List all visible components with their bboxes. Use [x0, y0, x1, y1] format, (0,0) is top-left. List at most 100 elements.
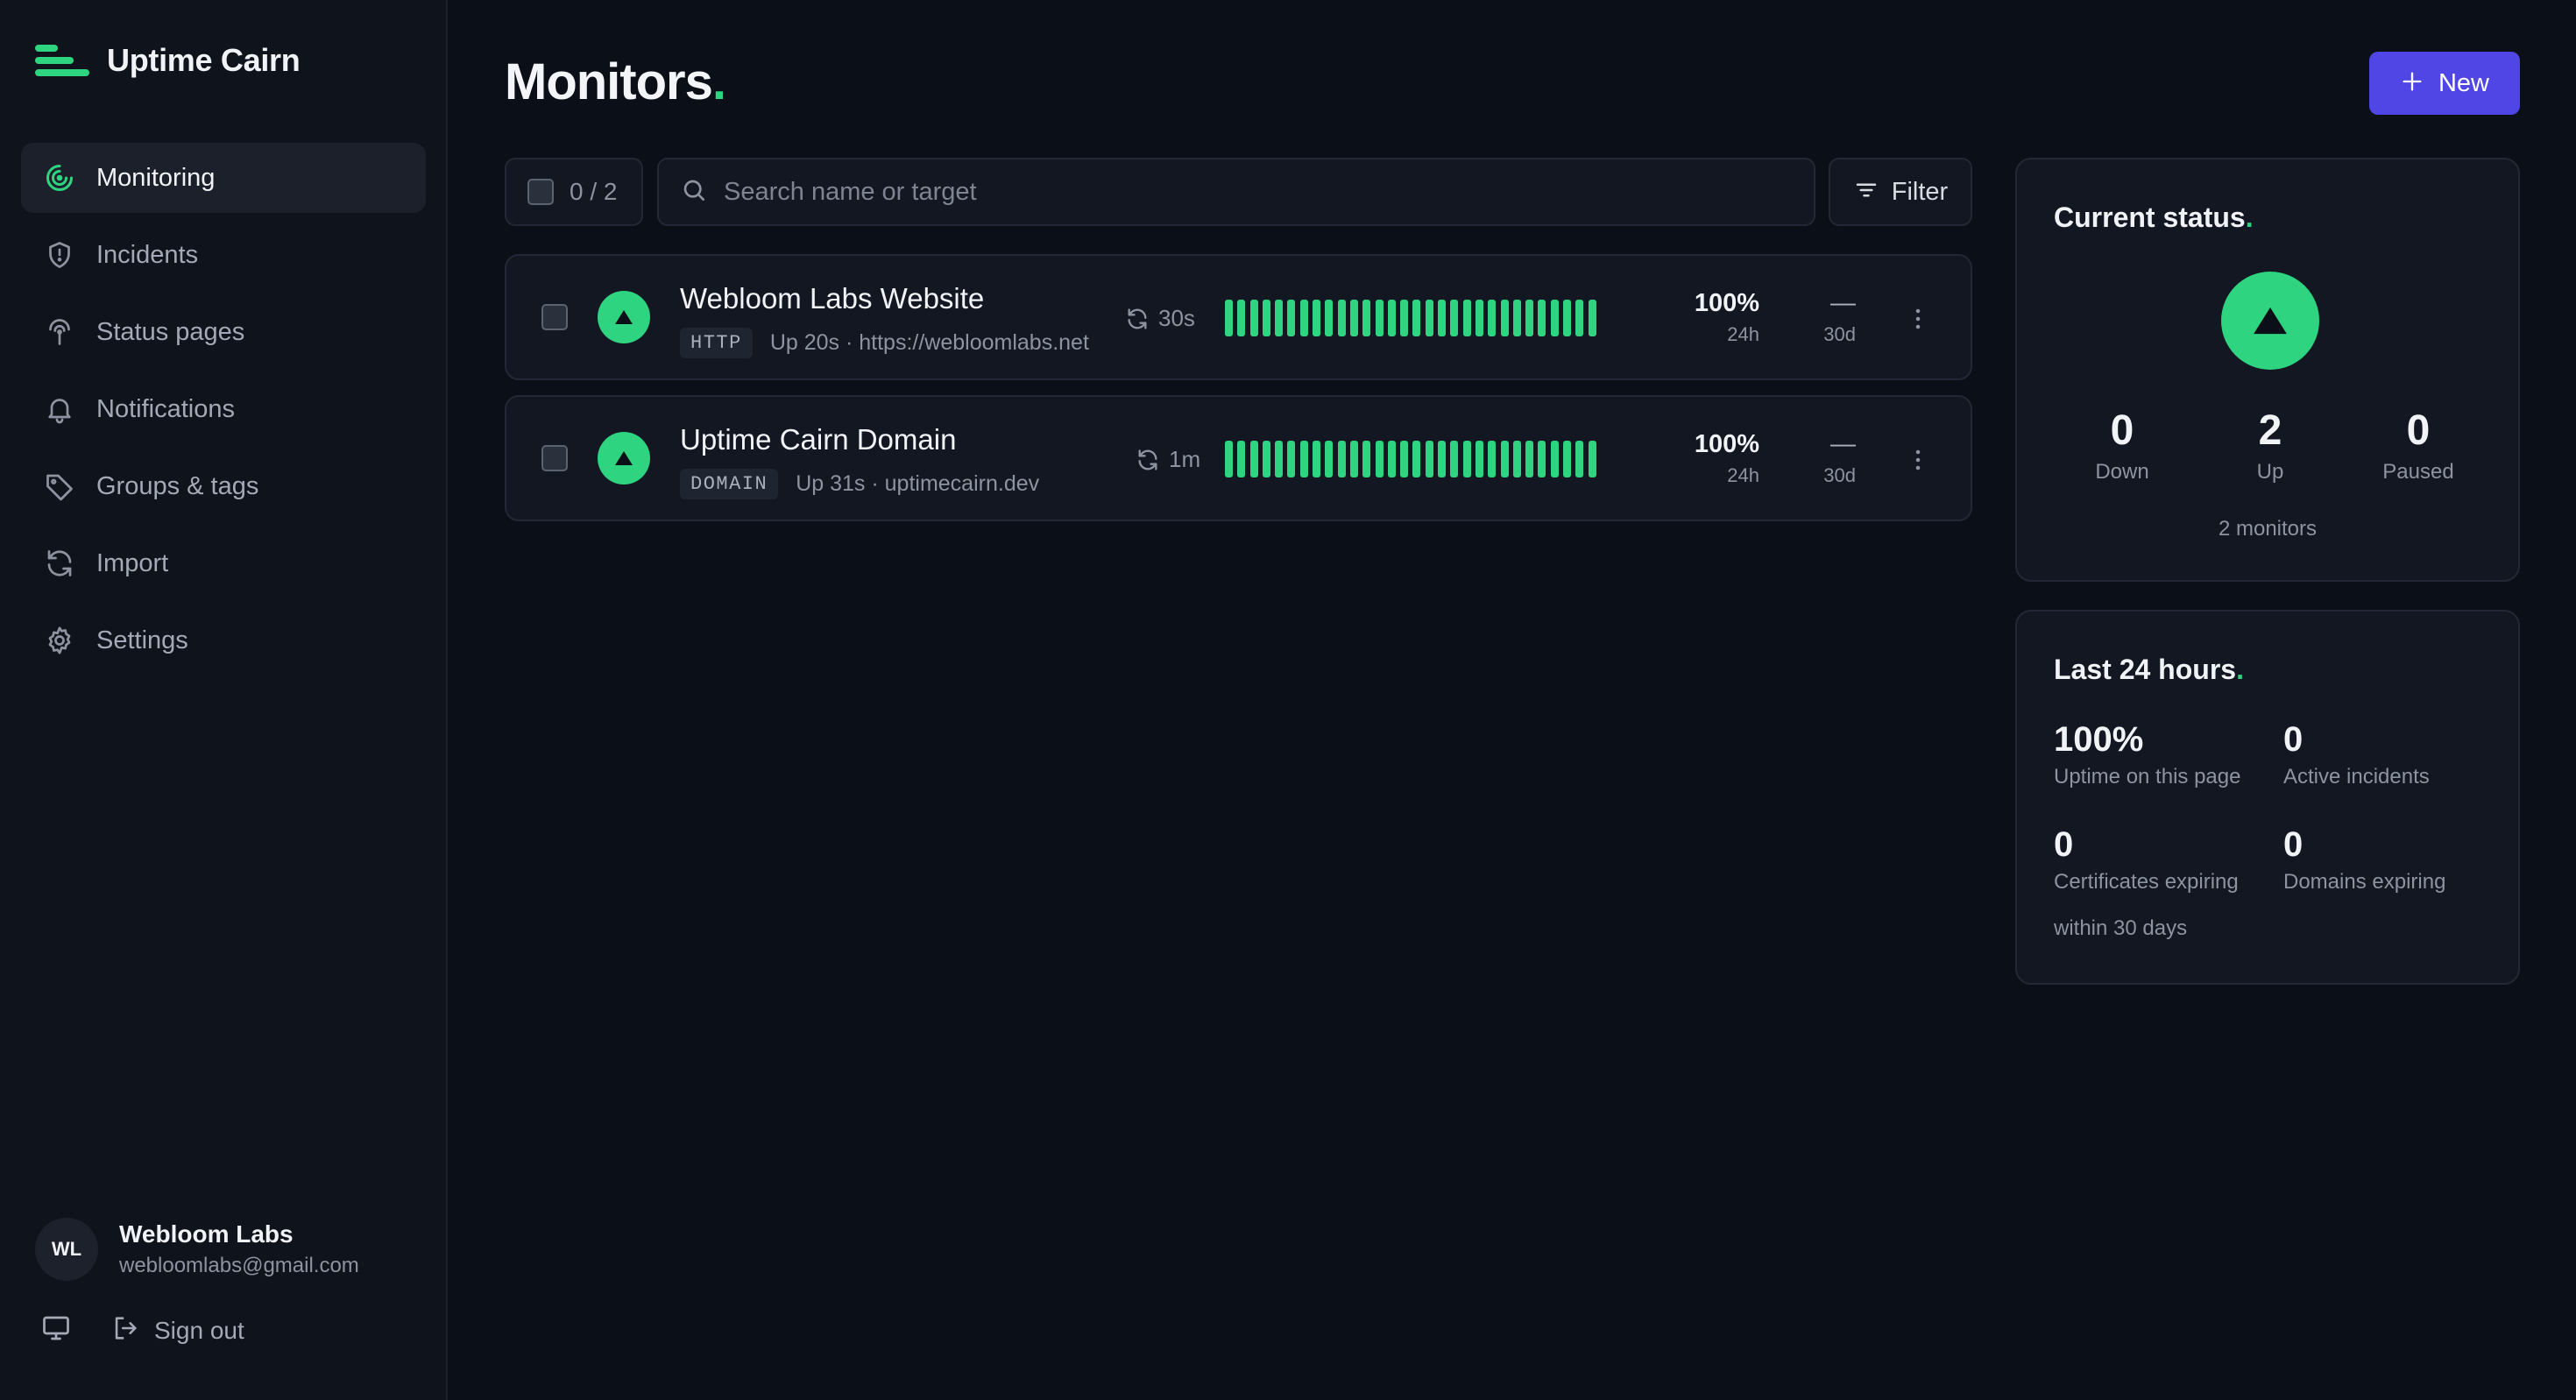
more-options-icon[interactable] — [1905, 442, 1931, 477]
heartbeat-bar — [1488, 441, 1497, 477]
heartbeat-bar — [1349, 441, 1358, 477]
sidebar-item-settings[interactable]: Settings — [21, 605, 426, 675]
heartbeat-bar — [1249, 300, 1258, 336]
sidebar-item-incidents[interactable]: Incidents — [21, 220, 426, 290]
heartbeat-bar — [1438, 300, 1447, 336]
heartbeat-bar — [1400, 300, 1409, 336]
sidebar-item-import[interactable]: Import — [21, 528, 426, 598]
sidebar-item-notifications[interactable]: Notifications — [21, 374, 426, 444]
monitor-type-badge: DOMAIN — [680, 469, 779, 499]
heartbeat-bar — [1275, 300, 1284, 336]
heartbeat-bar — [1237, 300, 1246, 336]
heartbeat-bar — [1249, 441, 1258, 477]
heartbeat-bar — [1450, 300, 1459, 336]
monitor-row[interactable]: Webloom Labs Website HTTP Up 20s · https… — [505, 254, 1972, 380]
uptime-30d: — 30d — [1823, 430, 1856, 486]
heartbeat-bar — [1550, 300, 1559, 336]
monitoring-icon — [42, 160, 77, 195]
sidebar-item-label: Notifications — [96, 394, 235, 423]
monitor-count: 2 monitors — [2218, 517, 2318, 541]
heartbeat-bar — [1538, 300, 1546, 336]
metric-domains: 0 Domains expiring — [2283, 825, 2446, 894]
heartbeat-bar — [1438, 441, 1447, 477]
heartbeat-bar — [1512, 300, 1521, 336]
refresh-icon — [1138, 449, 1157, 470]
heartbeat-bar — [1425, 441, 1433, 477]
heartbeat-bars — [1225, 300, 1601, 336]
sidebar-item-label: Monitoring — [96, 163, 216, 192]
heartbeat-bar — [1525, 441, 1534, 477]
monitor-name[interactable]: Uptime Cairn Domain — [680, 423, 956, 456]
heartbeat-bar — [1425, 300, 1433, 336]
search-input[interactable] — [724, 177, 1814, 207]
current-status-card: Current status. 0 Down 2 Up 0 Paused 2 m… — [2015, 158, 2520, 582]
card-title: Last 24 hours. — [2054, 654, 2244, 685]
broadcast-icon — [42, 315, 77, 350]
sidebar-item-label: Incidents — [96, 240, 199, 269]
heartbeat-bar — [1287, 300, 1296, 336]
sidebar-item-monitoring[interactable]: Monitoring — [21, 143, 426, 213]
select-all-checkbox[interactable] — [527, 179, 554, 205]
account[interactable]: WL Webloom Labs webloomlabs@gmail.com — [35, 1218, 359, 1281]
monitor-display-icon[interactable] — [40, 1312, 72, 1348]
row-checkbox[interactable] — [541, 445, 568, 471]
filter-button[interactable]: Filter — [1829, 158, 1972, 226]
more-options-icon[interactable] — [1905, 301, 1931, 336]
new-button-label: New — [2438, 68, 2489, 97]
select-all[interactable]: 0 / 2 — [505, 158, 643, 226]
heartbeat-bar — [1362, 441, 1371, 477]
metric-uptime: 100% Uptime on this page — [2054, 720, 2241, 788]
heartbeat-bar — [1237, 441, 1246, 477]
heartbeat-bar — [1299, 300, 1308, 336]
heartbeat-bar — [1400, 441, 1409, 477]
stat-down: 0 Down — [2095, 407, 2149, 484]
heartbeat-bar — [1313, 300, 1321, 336]
heartbeat-bar — [1575, 441, 1584, 477]
heartbeat-bar — [1525, 300, 1534, 336]
brand[interactable]: Uptime Cairn — [35, 42, 301, 79]
heartbeat-bar — [1337, 441, 1346, 477]
refresh-icon — [42, 546, 77, 581]
heartbeat-bar — [1462, 300, 1471, 336]
selection-count: 0 / 2 — [570, 178, 618, 205]
plus-icon — [2400, 69, 2424, 98]
sign-out-button[interactable]: Sign out — [110, 1313, 244, 1347]
heartbeat-bar — [1387, 441, 1396, 477]
heartbeat-bar — [1412, 300, 1421, 336]
heartbeat-bar — [1475, 441, 1483, 477]
heartbeat-bar — [1262, 441, 1270, 477]
sidebar-item-label: Settings — [96, 626, 188, 654]
search-box[interactable] — [657, 158, 1815, 226]
gear-icon — [42, 623, 77, 658]
heartbeat-bar — [1588, 441, 1596, 477]
logo-icon — [35, 43, 89, 78]
account-name: Webloom Labs — [119, 1220, 294, 1248]
monitor-meta: Up 31s · uptimecairn.dev — [796, 471, 1040, 496]
avatar: WL — [35, 1218, 98, 1281]
new-monitor-button[interactable]: New — [2369, 52, 2520, 115]
filter-label: Filter — [1891, 177, 1949, 206]
monitor-name[interactable]: Webloom Labs Website — [680, 282, 984, 315]
heartbeat-bar — [1275, 441, 1284, 477]
heartbeat-bar — [1500, 300, 1509, 336]
metric-incidents: 0 Active incidents — [2283, 720, 2430, 788]
heartbeat-bar — [1325, 300, 1334, 336]
status-up-icon — [2221, 272, 2319, 370]
stat-paused: 0 Paused — [2382, 407, 2454, 484]
sign-out-label: Sign out — [154, 1316, 244, 1344]
sign-out-icon — [110, 1313, 140, 1347]
row-checkbox[interactable] — [541, 304, 568, 330]
sidebar-item-status-pages[interactable]: Status pages — [21, 297, 426, 367]
sidebar-nav: Monitoring Incidents Status pages Notifi… — [21, 143, 426, 682]
heartbeat-bar — [1375, 300, 1384, 336]
sidebar-item-label: Status pages — [96, 317, 245, 346]
monitor-type-badge: HTTP — [680, 328, 753, 358]
sidebar-item-groups-tags[interactable]: Groups & tags — [21, 451, 426, 521]
heartbeat-bar — [1349, 300, 1358, 336]
page-title: Monitors. — [505, 53, 726, 110]
heartbeat-bar — [1262, 300, 1270, 336]
last-24h-card: Last 24 hours. 100% Uptime on this page … — [2015, 610, 2520, 985]
refresh-icon — [1128, 308, 1147, 329]
heartbeat-bar — [1387, 300, 1396, 336]
monitor-row[interactable]: Uptime Cairn Domain DOMAIN Up 31s · upti… — [505, 395, 1972, 521]
